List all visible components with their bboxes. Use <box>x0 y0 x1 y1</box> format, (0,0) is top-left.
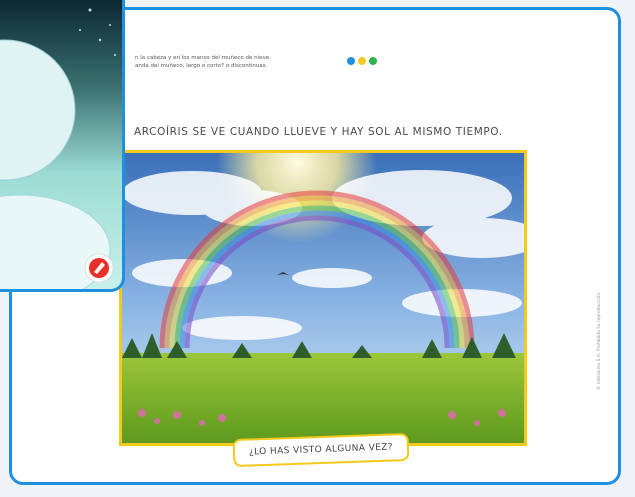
question-badge: ¿LO HAS VISTO ALGUNA VEZ? <box>232 432 410 468</box>
pencil-icon[interactable] <box>84 253 114 283</box>
rainbow-photo <box>119 150 527 446</box>
rainbow-statement: ARCOÍRIS SE VE CUANDO LLUEVE Y HAY SOL A… <box>134 126 503 138</box>
blue-dot <box>347 57 355 65</box>
yellow-dot <box>358 57 366 65</box>
copyright-text: © ediciones S.A. Prohibida su reproducci… <box>597 292 602 390</box>
green-dot <box>369 57 377 65</box>
overlay-thumbnail-panel[interactable] <box>0 0 125 292</box>
instructions-text: n la cabeza y en los manos del muñeco de… <box>135 55 271 69</box>
section-dots <box>347 57 377 65</box>
